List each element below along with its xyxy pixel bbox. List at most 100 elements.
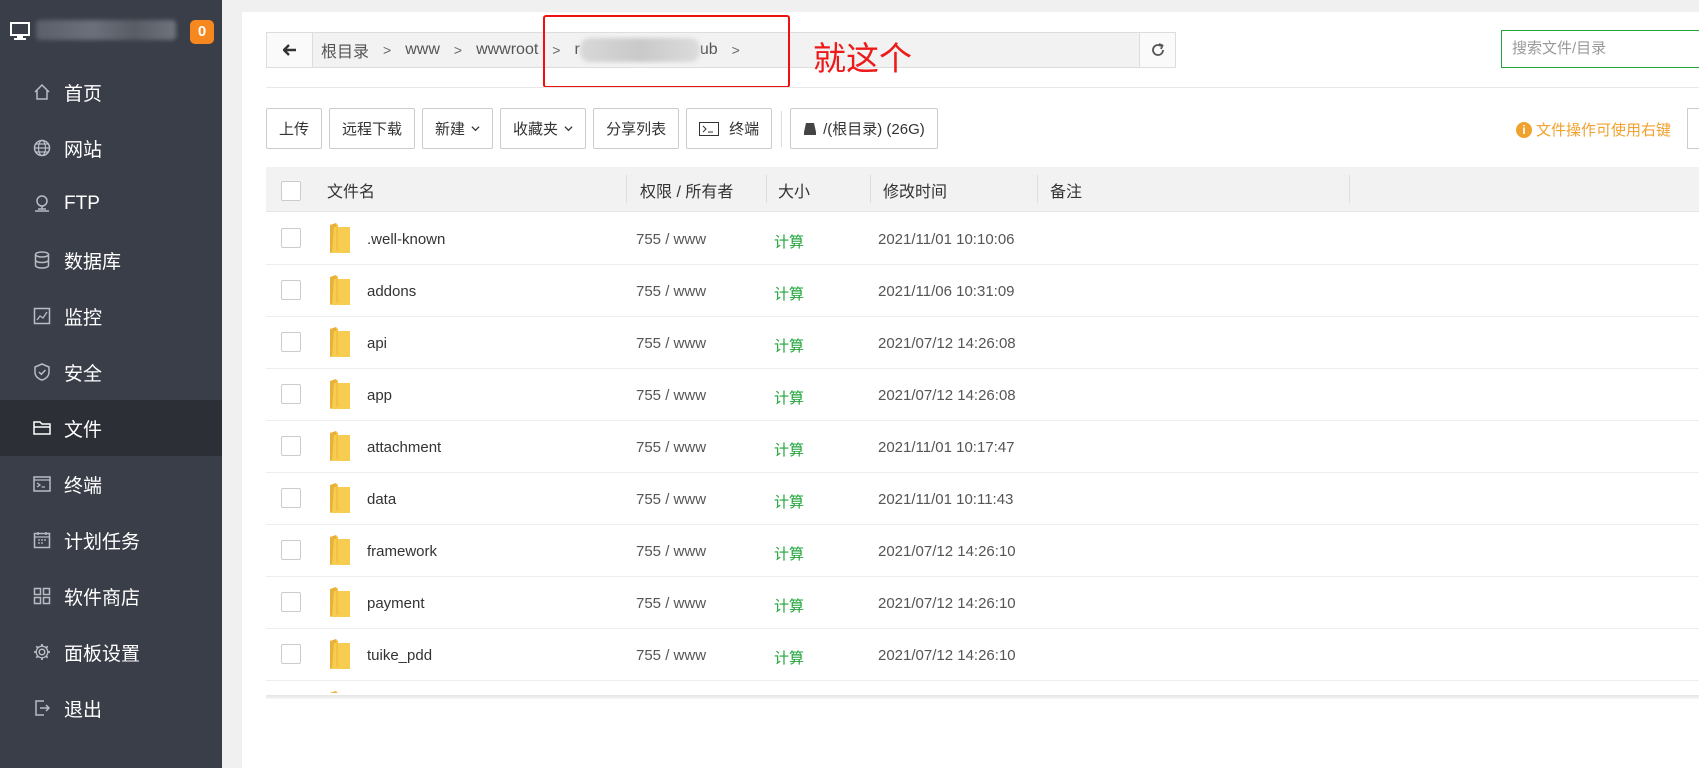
info-icon: i	[1516, 121, 1532, 138]
row-checkbox[interactable]	[281, 384, 301, 404]
monitor-icon	[10, 22, 30, 40]
row-checkbox[interactable]	[281, 280, 301, 300]
sidebar-item-label: 安全	[64, 363, 103, 385]
table-row[interactable]: attachment 755 / www 计算 2021/11/01 10:17:47	[266, 421, 1699, 473]
file-name[interactable]: app	[367, 387, 392, 404]
header-size[interactable]: 大小	[778, 167, 810, 212]
row-checkbox[interactable]	[281, 488, 301, 508]
upload-button[interactable]: 上传	[266, 108, 323, 149]
calculate-size-link[interactable]: 计算	[774, 335, 804, 356]
annotation-text: 就这个	[813, 39, 912, 78]
table-row-partial[interactable]	[266, 681, 1699, 693]
file-permission[interactable]: 755 / www	[636, 543, 706, 560]
database-icon	[32, 250, 52, 270]
file-name[interactable]: .well-known	[367, 231, 445, 248]
header-name[interactable]: 文件名	[327, 167, 375, 212]
file-permission[interactable]: 755 / www	[636, 647, 706, 664]
column-separator	[1349, 175, 1350, 203]
sidebar-item-label: 终端	[64, 475, 103, 497]
calculate-size-link[interactable]: 计算	[774, 647, 804, 668]
disk-button[interactable]: /(根目录) (26G)	[790, 108, 938, 149]
share-list-button[interactable]: 分享列表	[593, 108, 680, 149]
file-name[interactable]: tuike_pdd	[367, 647, 432, 664]
file-name[interactable]: api	[367, 335, 387, 352]
partial-button[interactable]	[1687, 108, 1699, 149]
sidebar-item-6[interactable]: 文件	[0, 400, 222, 456]
sidebar-item-9[interactable]: 软件商店	[0, 568, 222, 624]
upload-label: 上传	[279, 121, 310, 138]
row-checkbox[interactable]	[281, 540, 301, 560]
table-row[interactable]: addons 755 / www 计算 2021/11/06 10:31:09	[266, 265, 1699, 317]
calendar-icon	[32, 530, 52, 550]
table-footer-edge	[266, 695, 1699, 699]
new-label: 新建	[435, 121, 466, 138]
calculate-size-link[interactable]: 计算	[774, 439, 804, 460]
table-row[interactable]: api 755 / www 计算 2021/07/12 14:26:08	[266, 317, 1699, 369]
sidebar-item-8[interactable]: 计划任务	[0, 512, 222, 568]
arrow-left-icon	[282, 44, 296, 56]
crumb-www[interactable]: www	[405, 41, 440, 59]
file-permission[interactable]: 755 / www	[636, 439, 706, 456]
search-input[interactable]: 搜索文件/目录	[1501, 30, 1699, 68]
row-checkbox[interactable]	[281, 228, 301, 248]
table-row[interactable]: tuike_pdd 755 / www 计算 2021/07/12 14:26:10	[266, 629, 1699, 681]
header-perm[interactable]: 权限 / 所有者	[640, 167, 733, 212]
table-row[interactable]: .well-known 755 / www 计算 2021/11/01 10:10:0…	[266, 213, 1699, 265]
file-name[interactable]: attachment	[367, 439, 441, 456]
file-permission[interactable]: 755 / www	[636, 491, 706, 508]
calculate-size-link[interactable]: 计算	[774, 543, 804, 564]
sidebar-item-1[interactable]: 网站	[0, 120, 222, 176]
sidebar-item-3[interactable]: 数据库	[0, 232, 222, 288]
sidebar-item-0[interactable]: 首页	[0, 64, 222, 120]
grid-icon	[32, 586, 52, 606]
row-checkbox[interactable]	[281, 592, 301, 612]
table-row[interactable]: data 755 / www 计算 2021/11/01 10:11:43	[266, 473, 1699, 525]
sidebar-item-2[interactable]: FTP	[0, 176, 222, 232]
calculate-size-link[interactable]: 计算	[774, 491, 804, 512]
calculate-size-link[interactable]: 计算	[774, 595, 804, 616]
header-mtime[interactable]: 修改时间	[883, 167, 947, 212]
sidebar-item-7[interactable]: 终端	[0, 456, 222, 512]
refresh-button[interactable]	[1139, 33, 1175, 67]
calculate-size-link[interactable]: 计算	[774, 387, 804, 408]
notification-badge[interactable]: 0	[190, 20, 214, 44]
globe-icon	[32, 138, 52, 158]
file-permission[interactable]: 755 / www	[636, 387, 706, 404]
sidebar-item-10[interactable]: 面板设置	[0, 624, 222, 680]
header-note[interactable]: 备注	[1050, 167, 1082, 212]
sidebar-item-label: FTP	[64, 193, 100, 214]
calculate-size-link[interactable]: 计算	[774, 283, 804, 304]
folder-icon	[32, 418, 52, 438]
file-name[interactable]: data	[367, 491, 396, 508]
table-row[interactable]: framework 755 / www 计算 2021/07/12 14:26:10	[266, 525, 1699, 577]
table-row[interactable]: app 755 / www 计算 2021/07/12 14:26:08	[266, 369, 1699, 421]
back-button[interactable]	[267, 33, 313, 67]
file-permission[interactable]: 755 / www	[636, 595, 706, 612]
remote-download-button[interactable]: 远程下载	[329, 108, 416, 149]
crumb-root[interactable]: 根目录	[321, 38, 369, 62]
file-permission[interactable]: 755 / www	[636, 335, 706, 352]
file-permission[interactable]: 755 / www	[636, 231, 706, 248]
sidebar-item-5[interactable]: 安全	[0, 344, 222, 400]
share-list-label: 分享列表	[606, 121, 667, 138]
crumb-wwwroot[interactable]: wwwroot	[476, 41, 538, 59]
row-checkbox[interactable]	[281, 644, 301, 664]
table-row[interactable]: payment 755 / www 计算 2021/07/12 14:26:10	[266, 577, 1699, 629]
folder-icon	[328, 689, 352, 693]
new-dropdown-button[interactable]: 新建	[422, 108, 494, 149]
calculate-size-link[interactable]: 计算	[774, 231, 804, 252]
file-name[interactable]: addons	[367, 283, 416, 300]
row-checkbox[interactable]	[281, 436, 301, 456]
terminal-icon	[32, 474, 52, 494]
sidebar-item-4[interactable]: 监控	[0, 288, 222, 344]
file-name[interactable]: payment	[367, 595, 425, 612]
favorites-dropdown-button[interactable]: 收藏夹	[500, 108, 587, 149]
file-name[interactable]: framework	[367, 543, 437, 560]
terminal-button[interactable]: 终端	[686, 108, 773, 149]
select-all-checkbox[interactable]	[281, 181, 301, 201]
sidebar-item-11[interactable]: 退出	[0, 680, 222, 736]
hint-text: 文件操作可使用右键	[1536, 122, 1672, 139]
gear-icon	[32, 642, 52, 662]
row-checkbox[interactable]	[281, 332, 301, 352]
file-permission[interactable]: 755 / www	[636, 283, 706, 300]
